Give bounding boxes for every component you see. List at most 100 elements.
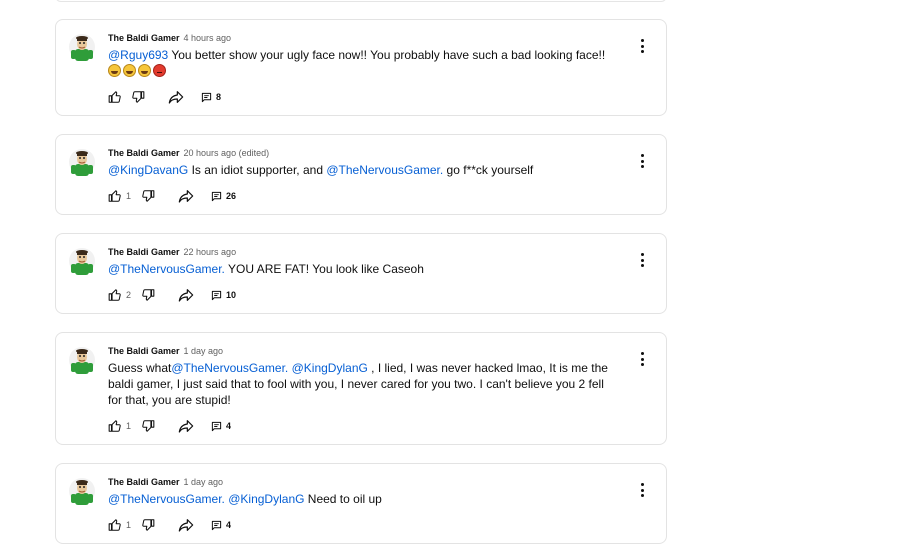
share-icon [178,518,194,532]
replies-count: 26 [226,191,237,201]
comment-card: The Baldi Gamer 4 hours ago @Rguy693 You b… [55,19,667,116]
comment-text: @TheNervousGamer. YOU ARE FAT! You look … [108,261,616,277]
thumbs-down-icon [131,90,145,104]
comment-text-segment: You better show your ugly face now!! You… [168,48,606,62]
avatar[interactable] [68,476,96,506]
share-button[interactable] [178,189,194,203]
mention-link[interactable]: @TheNervousGamer. [171,361,288,375]
more-vert-icon[interactable] [640,483,644,497]
replies-button[interactable]: 26 [211,191,236,202]
more-vert-icon[interactable] [640,39,644,53]
avatar[interactable] [68,147,96,177]
author-name[interactable]: The Baldi Gamer [108,33,180,43]
comment-text-segment: Is an idiot supporter, and [188,163,327,177]
comment-text-segment: YOU ARE FAT! You look like Caseoh [224,262,424,276]
more-vert-icon[interactable] [640,154,644,168]
thumbs-up-icon [108,90,122,104]
comment-text-segment: go f**ck yourself [443,163,534,177]
comment-card: The Baldi Gamer 22 hours ago @TheNervousGa… [55,233,667,314]
dislike-button[interactable] [131,90,145,104]
share-icon [168,90,184,104]
thumbs-up-icon [108,419,122,433]
comment-timestamp[interactable]: 1 day ago [184,346,224,356]
comment-actions: 14 [108,518,231,532]
like-count: 1 [126,191,132,201]
replies-button[interactable]: 8 [201,92,221,103]
mention-link[interactable]: @TheNervousGamer. [108,492,225,506]
dislike-button[interactable] [141,419,155,433]
thumbs-down-icon [141,189,155,203]
more-vert-icon[interactable] [640,352,644,366]
comment-actions: 8 [108,90,221,104]
comment-text: @TheNervousGamer. @KingDylanG Need to oi… [108,491,616,507]
comment-header: The Baldi Gamer 1 day ago [108,346,223,356]
dislike-button[interactable] [141,189,155,203]
like-button[interactable]: 2 [108,288,131,302]
avatar[interactable] [68,246,96,276]
thumbs-up-icon [108,288,122,302]
mention-link[interactable]: @TheNervousGamer. [108,262,225,276]
more-vert-icon[interactable] [640,253,644,267]
comment-actions: 14 [108,419,231,433]
thumbs-up-icon [108,189,122,203]
share-button[interactable] [178,419,194,433]
comment-header: The Baldi Gamer 4 hours ago [108,33,231,43]
comment-text: @KingDavanG Is an idiot supporter, and @… [108,162,616,178]
like-button[interactable]: 1 [108,419,131,433]
replies-button[interactable]: 4 [211,520,231,531]
author-name[interactable]: The Baldi Gamer [108,247,180,257]
comment-timestamp[interactable]: 1 day ago [184,477,224,487]
comment-text-segment: Need to oil up [304,492,382,506]
replies-count: 8 [216,92,222,102]
comment-actions: 2 10 [108,288,236,302]
comment-icon [211,421,222,432]
mention-link[interactable]: @KingDavanG [108,163,188,177]
mention-link[interactable]: @TheNervousGamer. [326,163,443,177]
like-button[interactable] [108,90,122,104]
replies-count: 4 [226,421,232,431]
mention-link[interactable]: @KingDylanG [292,361,368,375]
like-count: 1 [126,520,132,530]
face-with-tears-of-joy-icon [138,64,151,77]
comment-icon [211,191,222,202]
share-icon [178,419,194,433]
comment-text-segment: Guess what [108,361,172,375]
share-button[interactable] [178,288,194,302]
comment-timestamp[interactable]: 20 hours ago (edited) [184,148,270,158]
replies-count: 10 [226,290,237,300]
comment-header: The Baldi Gamer 22 hours ago [108,247,236,257]
comment-timestamp[interactable]: 22 hours ago [184,247,237,257]
author-name[interactable]: The Baldi Gamer [108,148,180,158]
avatar[interactable] [68,345,96,375]
comment-text: Guess what@TheNervousGamer. @KingDylanG … [108,360,616,408]
comment-actions: 1 26 [108,189,236,203]
avatar[interactable] [68,32,96,62]
like-button[interactable]: 1 [108,189,131,203]
thumbs-down-icon [141,518,155,532]
thumbs-down-icon [141,288,155,302]
replies-count: 4 [226,520,232,530]
share-button[interactable] [178,518,194,532]
like-button[interactable]: 1 [108,518,131,532]
author-name[interactable]: The Baldi Gamer [108,477,180,487]
comment-header: The Baldi Gamer 1 day ago [108,477,223,487]
like-count: 1 [126,421,132,431]
thumbs-up-icon [108,518,122,532]
comment-timestamp[interactable]: 4 hours ago [184,33,232,43]
mention-link[interactable]: @KingDylanG [228,492,304,506]
mention-link[interactable]: @Rguy693 [108,48,168,62]
comment-text: @Rguy693 You better show your ugly face … [108,47,616,79]
replies-button[interactable]: 4 [211,421,231,432]
dislike-button[interactable] [141,518,155,532]
share-button[interactable] [168,90,184,104]
comment-card: The Baldi Gamer 20 hours ago (edited) @Kin… [55,134,667,215]
comment-card: The Baldi Gamer 1 day ago Guess what@TheNe… [55,332,667,445]
grinning-sweat-face-icon [123,64,136,77]
comment-icon [201,92,212,103]
previous-comment-card-edge [55,0,667,2]
dislike-button[interactable] [141,288,155,302]
author-name[interactable]: The Baldi Gamer [108,346,180,356]
comment-icon [211,520,222,531]
thumbs-down-icon [141,419,155,433]
replies-button[interactable]: 10 [211,290,236,301]
